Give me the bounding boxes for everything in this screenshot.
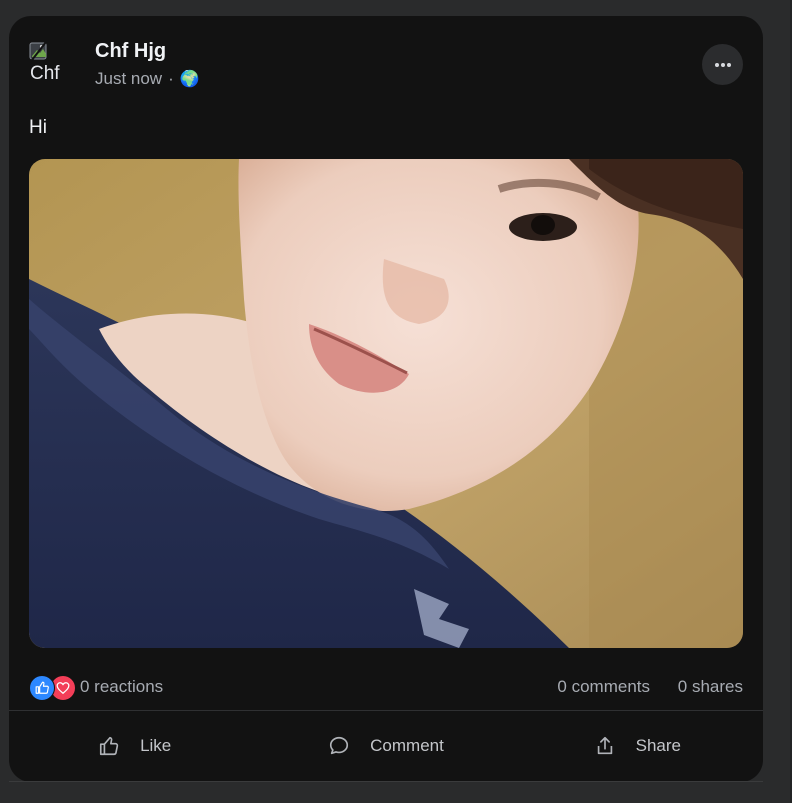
meta-separator: · [168, 69, 174, 88]
author-name[interactable]: Chf Hjg [95, 40, 166, 63]
divider [9, 710, 763, 711]
thumbs-up-icon [99, 736, 119, 756]
post-card: Chf Chf Hjg Just now · 🌍 Hi 0 reactions … [9, 16, 763, 782]
reaction-icons[interactable] [29, 675, 77, 701]
share-label: Share [635, 736, 681, 755]
more-options-button[interactable] [702, 44, 743, 85]
share-button[interactable]: Share [512, 718, 763, 774]
post-header: Chf Chf Hjg Just now · 🌍 [9, 16, 763, 116]
shares-count[interactable]: 0 shares [678, 677, 743, 697]
like-button[interactable]: Like [9, 718, 260, 774]
comment-label: Comment [370, 736, 444, 755]
post-stats: 0 reactions 0 comments 0 shares [9, 670, 763, 706]
photo-image [29, 159, 743, 648]
bottom-divider [9, 781, 763, 782]
love-icon [56, 682, 70, 695]
like-reaction-icon [29, 675, 55, 701]
post-meta: Just now · 🌍 [95, 69, 200, 89]
comment-button[interactable]: Comment [260, 718, 511, 774]
broken-image-icon [29, 41, 47, 61]
reactions-count[interactable]: 0 reactions [80, 677, 163, 697]
comment-icon [330, 736, 349, 755]
globe-icon: 🌍 [179, 71, 200, 88]
post-text: Hi [29, 117, 47, 138]
more-horizontal-icon [714, 62, 731, 67]
share-icon [597, 736, 612, 755]
like-label: Like [140, 736, 172, 755]
avatar[interactable]: Chf [28, 40, 72, 84]
comments-count[interactable]: 0 comments [557, 677, 650, 697]
timestamp[interactable]: Just now [95, 69, 162, 89]
post-photo[interactable] [29, 159, 743, 648]
like-icon [35, 681, 49, 694]
post-actions: Like Comment Share [9, 718, 763, 774]
avatar-alt-text: Chf [30, 63, 60, 84]
